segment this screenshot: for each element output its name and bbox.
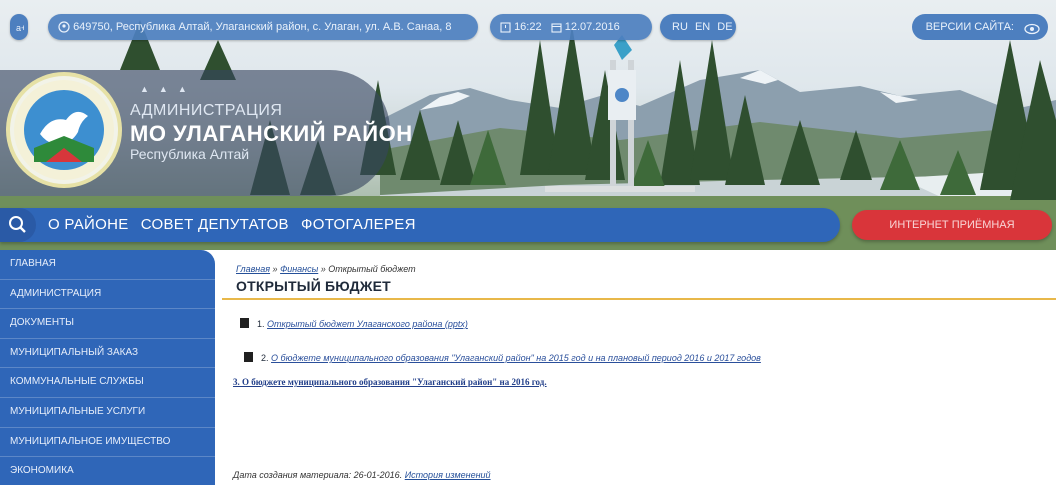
page-title: ОТКРЫТЫЙ БЮДЖЕТ: [236, 278, 391, 294]
search-icon: [0, 216, 36, 246]
created-date: Дата создания материала: 26-01-2016. Ист…: [233, 470, 491, 480]
document-link-open-budget[interactable]: Открытый бюджет Улаганского района (pptx…: [267, 319, 468, 329]
clock-icon: [500, 21, 514, 33]
internet-reception-button[interactable]: ИНТЕРНЕТ ПРИЁМНАЯ: [852, 210, 1052, 240]
brand-line-1: АДМИНИСТРАЦИЯ: [130, 102, 283, 119]
calendar-icon: [551, 21, 565, 33]
time-text: 16:22: [514, 21, 542, 33]
title-divider: [222, 298, 1056, 300]
coat-of-arms-logo[interactable]: [6, 72, 122, 188]
breadcrumb: Главная » Финансы » Открытый бюджет: [236, 264, 416, 274]
svg-text:a+: a+: [16, 23, 24, 33]
document-icon: [244, 352, 253, 362]
date-text: 12.07.2016: [564, 21, 620, 33]
lang-en[interactable]: EN: [695, 21, 710, 33]
document-number: 1.: [257, 319, 265, 329]
accessibility-icon[interactable]: a+: [10, 14, 28, 40]
history-link[interactable]: История изменений: [405, 470, 491, 480]
sidebar-item-utilities[interactable]: КОММУНАЛЬНЫЕ СЛУЖБЫ: [0, 368, 215, 398]
nav-item-gallery[interactable]: ФОТОГАЛЕРЕЯ: [301, 216, 416, 233]
main-nav: О РАЙОНЕ СОВЕТ ДЕПУТАТОВ ФОТОГАЛЕРЕЯ: [0, 208, 840, 242]
language-switcher: RU EN DE: [660, 14, 736, 40]
nav-item-council[interactable]: СОВЕТ ДЕПУТАТОВ: [141, 216, 289, 233]
brand-title[interactable]: МО УЛАГАНСКИЙ РАЙОН: [130, 121, 413, 147]
sidebar-menu: ГЛАВНАЯ АДМИНИСТРАЦИЯ ДОКУМЕНТЫ МУНИЦИПА…: [0, 250, 215, 487]
nav-item-about[interactable]: О РАЙОНЕ: [48, 216, 129, 233]
sidebar-item-economy[interactable]: ЭКОНОМИКА: [0, 457, 215, 487]
site-version-button[interactable]: ВЕРСИИ САЙТА:: [911, 14, 1048, 40]
site-version-label: ВЕРСИИ САЙТА:: [925, 21, 1014, 33]
search-button[interactable]: [0, 208, 36, 242]
sidebar-item-home[interactable]: ГЛАВНАЯ: [0, 250, 215, 280]
breadcrumb-finance[interactable]: Финансы: [280, 264, 318, 274]
address-text: 649750, Республика Алтай, Улаганский рай…: [73, 21, 452, 33]
sidebar-item-documents[interactable]: ДОКУМЕНТЫ: [0, 309, 215, 339]
breadcrumb-sep: »: [270, 264, 281, 274]
document-link-budget-2015[interactable]: О бюджете муниципального образования "Ул…: [271, 353, 761, 363]
document-icon: [240, 318, 249, 328]
sidebar-item-administration[interactable]: АДМИНИСТРАЦИЯ: [0, 280, 215, 310]
datetime-bar: 16:22 12.07.2016: [490, 14, 652, 40]
sidebar-item-municipal-services[interactable]: МУНИЦИПАЛЬНЫЕ УСЛУГИ: [0, 398, 215, 428]
address-bar: 649750, Республика Алтай, Улаганский рай…: [48, 14, 478, 40]
sidebar-item-municipal-order[interactable]: МУНИЦИПАЛЬНЫЙ ЗАКАЗ: [0, 339, 215, 369]
breadcrumb-home[interactable]: Главная: [236, 264, 270, 274]
location-pin-icon: [58, 21, 73, 33]
nav-menu: О РАЙОНЕ СОВЕТ ДЕПУТАТОВ ФОТОГАЛЕРЕЯ: [48, 208, 424, 242]
document-item: 2. О бюджете муниципального образования …: [244, 352, 761, 363]
breadcrumb-current: Открытый бюджет: [328, 264, 416, 274]
breadcrumb-sep: »: [318, 264, 329, 274]
document-item: 1. Открытый бюджет Улаганского района (p…: [240, 318, 468, 329]
lang-ru[interactable]: RU: [672, 21, 688, 33]
created-date-label: Дата создания материала: 26-01-2016.: [233, 470, 403, 480]
sidebar-item-municipal-property[interactable]: МУНИЦИПАЛЬНОЕ ИМУЩЕСТВО: [0, 428, 215, 458]
brand-region: Республика Алтай: [130, 146, 250, 162]
document-link-budget-2016[interactable]: 3. О бюджете муниципального образования …: [233, 377, 547, 387]
lang-de[interactable]: DE: [717, 21, 732, 33]
document-number: 2.: [261, 353, 269, 363]
top-info-bar: a+ 649750, Республика Алтай, Улаганский …: [0, 14, 1056, 48]
eye-icon: [1024, 20, 1040, 46]
brand-stars: ▲▲▲: [140, 84, 197, 94]
